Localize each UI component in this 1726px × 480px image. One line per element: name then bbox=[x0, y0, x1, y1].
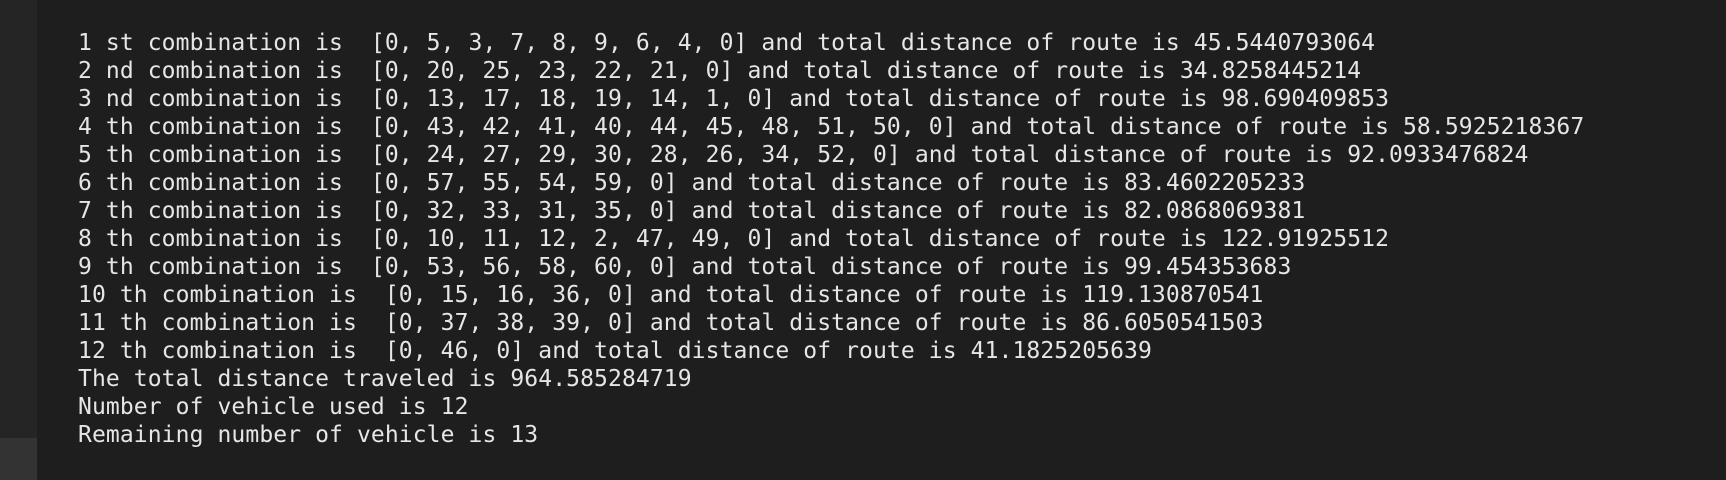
output-line: 3 nd combination is [0, 13, 17, 18, 19, … bbox=[78, 86, 1390, 112]
output-line: 10 th combination is [0, 15, 16, 36, 0] … bbox=[78, 282, 1264, 308]
gutter-marker bbox=[0, 438, 37, 480]
output-line: Remaining number of vehicle is 13 bbox=[78, 422, 539, 448]
console-output-panel: 1 st combination is [0, 5, 3, 7, 8, 9, 6… bbox=[0, 0, 1726, 480]
output-line: 9 th combination is [0, 53, 56, 58, 60, … bbox=[78, 254, 1292, 280]
output-line: 2 nd combination is [0, 20, 25, 23, 22, … bbox=[78, 58, 1362, 84]
output-line: 1 st combination is [0, 5, 3, 7, 8, 9, 6… bbox=[78, 30, 1376, 56]
output-line: 7 th combination is [0, 32, 33, 31, 35, … bbox=[78, 198, 1306, 224]
output-text-block[interactable]: 1 st combination is [0, 5, 3, 7, 8, 9, 6… bbox=[78, 29, 1584, 449]
output-line: 8 th combination is [0, 10, 11, 12, 2, 4… bbox=[78, 226, 1390, 252]
output-line: 11 th combination is [0, 37, 38, 39, 0] … bbox=[78, 310, 1264, 336]
output-line: Number of vehicle used is 12 bbox=[78, 394, 469, 420]
output-line: The total distance traveled is 964.58528… bbox=[78, 366, 692, 392]
output-line: 4 th combination is [0, 43, 42, 41, 40, … bbox=[78, 114, 1585, 140]
left-gutter bbox=[0, 0, 37, 480]
output-line: 12 th combination is [0, 46, 0] and tota… bbox=[78, 338, 1152, 364]
output-line: 5 th combination is [0, 24, 27, 29, 30, … bbox=[78, 142, 1529, 168]
output-line: 6 th combination is [0, 57, 55, 54, 59, … bbox=[78, 170, 1306, 196]
